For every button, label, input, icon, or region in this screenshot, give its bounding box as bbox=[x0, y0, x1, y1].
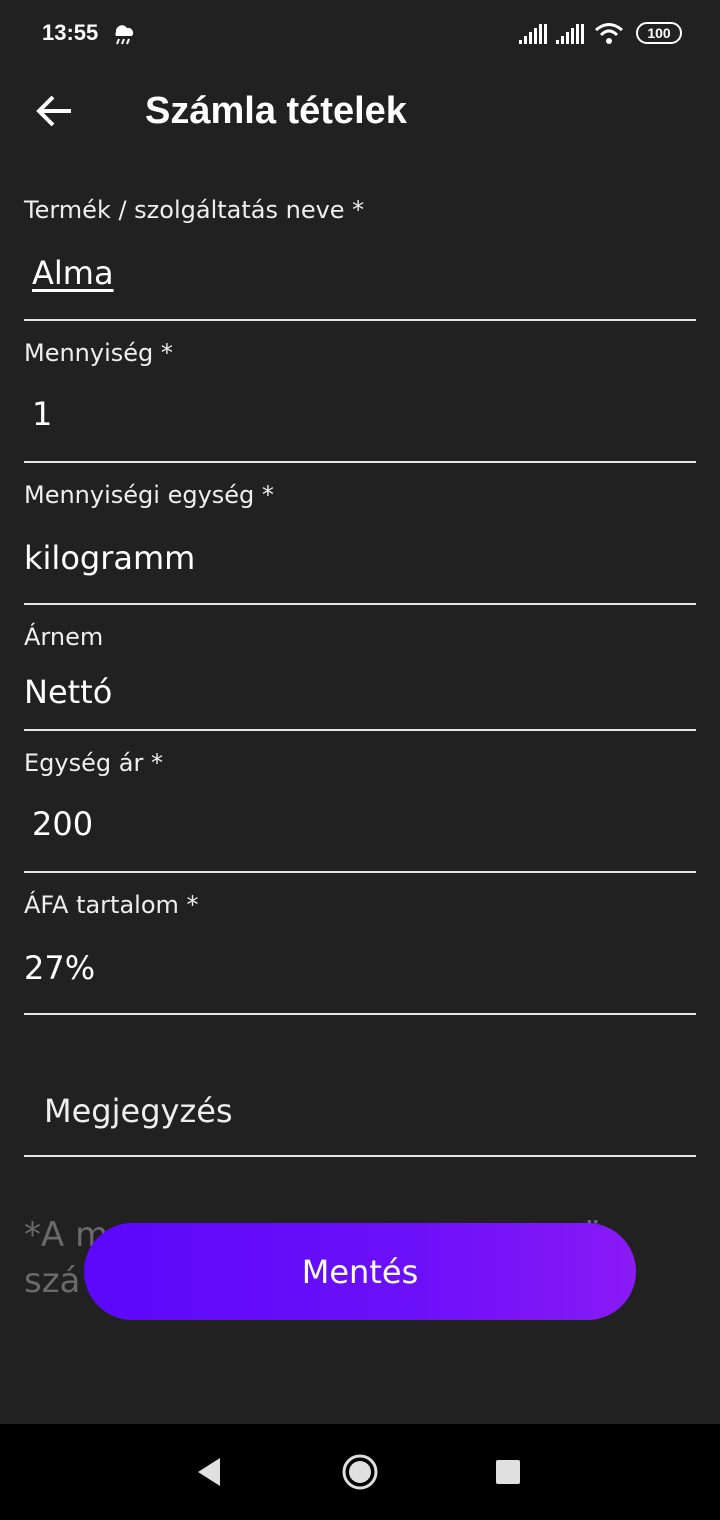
unit-price-field[interactable]: Egység ár * 200 bbox=[24, 743, 696, 873]
product-name-input[interactable]: Alma bbox=[32, 254, 114, 292]
nav-recents-icon[interactable] bbox=[488, 1452, 528, 1492]
product-name-label: Termék / szolgáltatás neve * bbox=[24, 196, 365, 224]
vat-label: ÁFA tartalom * bbox=[24, 891, 199, 919]
signal-icon bbox=[556, 22, 586, 50]
weather-notification-icon bbox=[110, 20, 138, 50]
vat-value: 27% bbox=[24, 949, 96, 987]
quantity-field[interactable]: Mennyiség * 1 bbox=[24, 333, 696, 463]
price-type-select[interactable]: Árnem Nettó bbox=[24, 617, 696, 731]
status-time: 13:55 bbox=[42, 20, 99, 45]
unit-label: Mennyiségi egység * bbox=[24, 481, 274, 509]
wifi-icon bbox=[594, 22, 624, 50]
nav-home-icon[interactable] bbox=[340, 1452, 380, 1492]
nav-back-icon[interactable] bbox=[190, 1452, 230, 1492]
unit-price-input[interactable]: 200 bbox=[32, 805, 93, 843]
save-button[interactable]: Mentés bbox=[84, 1223, 636, 1320]
unit-value: kilogramm bbox=[24, 539, 196, 577]
status-bar: 13:55 100 bbox=[0, 0, 720, 70]
app-bar: Számla tételek bbox=[0, 70, 720, 156]
arrow-back-icon bbox=[36, 95, 71, 127]
product-name-field[interactable]: Termék / szolgáltatás neve * Alma bbox=[24, 190, 696, 321]
note-input-placeholder[interactable]: Megjegyzés bbox=[44, 1092, 233, 1130]
page-title: Számla tételek bbox=[145, 90, 407, 132]
back-button[interactable] bbox=[30, 88, 80, 134]
quantity-input[interactable]: 1 bbox=[32, 395, 52, 433]
battery-icon: 100 bbox=[636, 22, 682, 44]
price-type-value: Nettó bbox=[24, 673, 113, 711]
note-field[interactable]: Megjegyzés bbox=[24, 1060, 696, 1157]
vat-select[interactable]: ÁFA tartalom * 27% bbox=[24, 885, 696, 1015]
quantity-label: Mennyiség * bbox=[24, 339, 173, 367]
status-icons: 100 bbox=[519, 22, 684, 48]
signal-icon bbox=[519, 22, 549, 50]
price-type-label: Árnem bbox=[24, 623, 104, 651]
unit-price-label: Egység ár * bbox=[24, 749, 163, 777]
unit-select[interactable]: Mennyiségi egység * kilogramm bbox=[24, 475, 696, 605]
system-nav-bar bbox=[0, 1424, 720, 1520]
